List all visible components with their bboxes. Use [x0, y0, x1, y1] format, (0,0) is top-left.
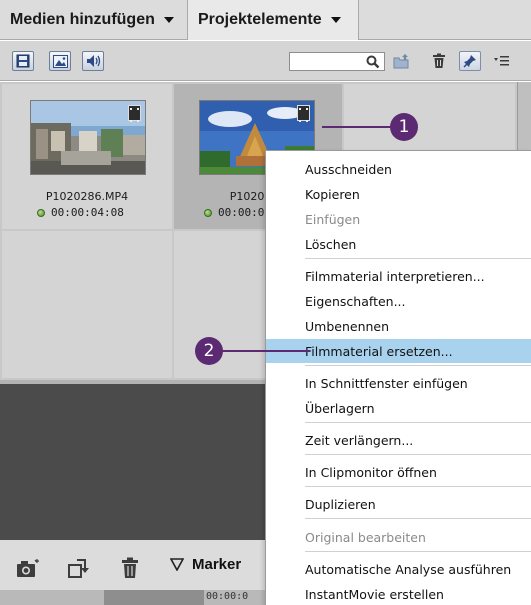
search-icon[interactable] — [366, 55, 380, 69]
callout-number: 1 — [398, 117, 410, 137]
menu-item-paste: Einfügen — [266, 207, 531, 231]
audio-filter-button[interactable] — [82, 51, 104, 71]
pin-icon — [463, 55, 476, 68]
image-filter-button[interactable] — [49, 51, 71, 71]
marker-icon — [170, 558, 184, 571]
audio-filter-icon — [86, 55, 100, 67]
trash-button[interactable] — [117, 555, 143, 581]
trash-icon — [122, 557, 138, 578]
new-folder-icon — [393, 54, 409, 69]
menu-item-insert-timeline[interactable]: In Schnittfenster einfügen — [266, 371, 531, 395]
video-filter-button[interactable] — [12, 51, 34, 71]
menu-item-label: Überlagern — [305, 400, 375, 416]
callout-line-1 — [322, 126, 394, 128]
tab-project-assets[interactable]: Projektelemente — [188, 0, 359, 40]
menu-item-label: Filmmaterial ersetzen... — [305, 343, 453, 359]
menu-separator — [305, 258, 531, 259]
timeline-segment — [104, 590, 204, 605]
callout-number: 2 — [203, 341, 215, 361]
menu-item-label: In Clipmonitor öffnen — [305, 464, 437, 480]
search-input[interactable] — [289, 52, 385, 71]
menu-separator — [305, 551, 531, 552]
camera-icon — [17, 559, 39, 577]
clip-duration: 00:00:0 — [204, 206, 264, 219]
menu-item-cut[interactable]: Ausschneiden — [266, 157, 531, 181]
menu-item-edit-original: Original bearbeiten — [266, 525, 531, 549]
menu-item-label: Kopieren — [305, 186, 360, 202]
tab-add-media-label: Medien hinzufügen — [10, 11, 155, 28]
clip-thumbnail — [30, 100, 146, 175]
menu-item-label: InstantMovie erstellen — [305, 586, 444, 602]
video-clip-icon — [128, 105, 141, 122]
video-clip-icon — [297, 105, 310, 122]
callout-line-2 — [220, 350, 310, 352]
clip-name: P1020286.MP4 — [45, 190, 129, 203]
menu-item-properties[interactable]: Eigenschaften... — [266, 289, 531, 313]
delete-button[interactable] — [428, 51, 450, 71]
menu-item-label: Filmmaterial interpretieren... — [305, 268, 485, 284]
menu-item-label: Ausschneiden — [305, 161, 392, 177]
menu-item-label: Original bearbeiten — [305, 529, 426, 545]
clip-duration: 00:00:04:08 — [37, 206, 124, 219]
tab-project-assets-label: Projektelemente — [198, 11, 322, 28]
rotate-icon — [68, 559, 89, 578]
menu-item-label: Duplizieren — [305, 496, 376, 512]
context-menu: Ausschneiden Kopieren Einfügen Löschen F… — [265, 150, 531, 605]
menu-item-label: Umbenennen — [305, 318, 390, 334]
video-filter-icon — [16, 54, 30, 68]
menu-item-label: Einfügen — [305, 211, 361, 227]
menu-item-interpret-footage[interactable]: Filmmaterial interpretieren... — [266, 264, 531, 288]
status-dot-icon — [37, 208, 45, 217]
menu-item-label: In Schnittfenster einfügen — [305, 375, 468, 391]
callout-badge-2: 2 — [195, 337, 223, 365]
clip-duration-value: 00:00:04:08 — [51, 206, 124, 219]
panel-tab-bar: Medien hinzufügen Projektelemente — [0, 0, 531, 40]
menu-separator — [305, 365, 531, 366]
panel-menu-icon — [494, 56, 509, 66]
tab-add-media[interactable]: Medien hinzufügen — [0, 0, 188, 40]
clip-duration-value: 00:00:0 — [218, 206, 265, 219]
menu-separator — [305, 518, 531, 519]
assets-toolbar — [0, 41, 531, 81]
marker-dropdown[interactable]: Marker — [170, 556, 241, 573]
status-dot-icon — [204, 208, 212, 217]
menu-item-copy[interactable]: Kopieren — [266, 182, 531, 206]
image-filter-icon — [52, 54, 68, 68]
menu-item-open-clip-monitor[interactable]: In Clipmonitor öffnen — [266, 460, 531, 484]
empty-tile — [2, 231, 172, 378]
menu-item-rename[interactable]: Umbenennen — [266, 314, 531, 338]
callout-badge-1: 1 — [390, 113, 418, 141]
marker-label: Marker — [192, 556, 242, 573]
menu-separator — [305, 422, 531, 423]
menu-item-duplicate[interactable]: Duplizieren — [266, 492, 531, 516]
menu-item-auto-analyze[interactable]: Automatische Analyse ausführen — [266, 557, 531, 581]
pin-button[interactable] — [459, 51, 481, 71]
menu-separator — [305, 486, 531, 487]
menu-item-delete[interactable]: Löschen — [266, 232, 531, 256]
clip-tile[interactable]: P1020286.MP4 00:00:04:08 — [2, 84, 172, 229]
menu-item-label: Eigenschaften... — [305, 293, 406, 309]
menu-separator — [305, 454, 531, 455]
panel-menu-button[interactable] — [491, 51, 513, 71]
delete-icon — [433, 53, 445, 68]
chevron-down-icon — [330, 17, 341, 23]
menu-item-label: Automatische Analyse ausführen — [305, 561, 512, 577]
new-folder-button[interactable] — [391, 51, 413, 71]
menu-item-label: Zeit verlängern... — [305, 432, 414, 448]
chevron-down-icon — [163, 17, 174, 23]
snapshot-button[interactable] — [15, 555, 41, 581]
menu-item-label: Löschen — [305, 236, 357, 252]
rotate-button[interactable] — [66, 555, 92, 581]
menu-item-instantmovie[interactable]: InstantMovie erstellen — [266, 582, 531, 605]
menu-item-extend-time[interactable]: Zeit verlängern... — [266, 428, 531, 452]
menu-item-overlay[interactable]: Überlagern — [266, 396, 531, 420]
timecode-label: 00:00:0 — [206, 591, 249, 602]
